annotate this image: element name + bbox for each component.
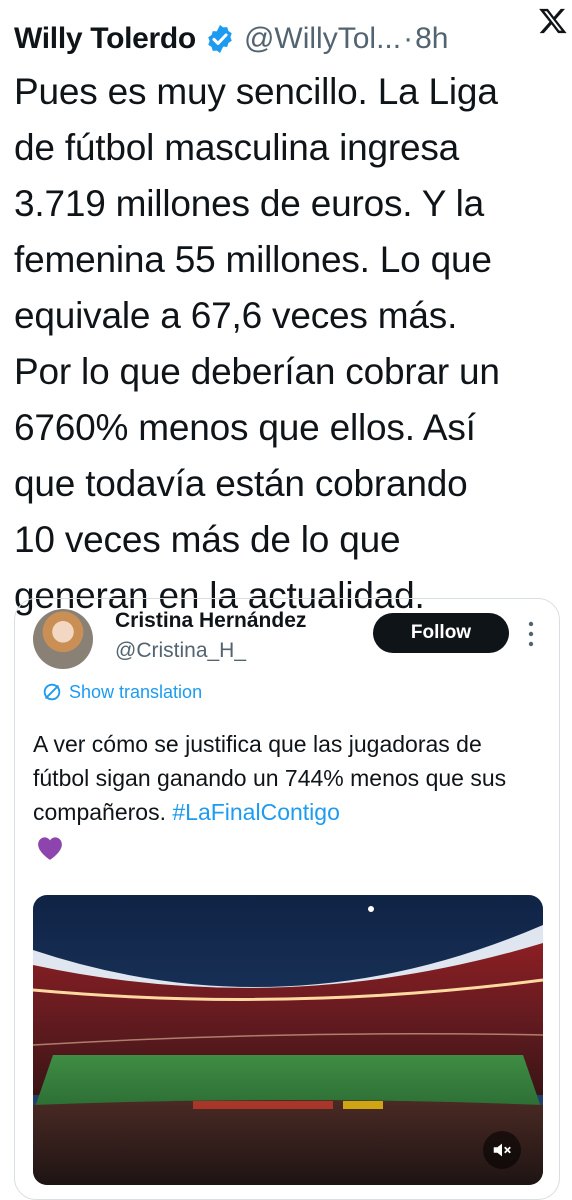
- mute-button[interactable]: [483, 1131, 521, 1169]
- video-player[interactable]: [33, 895, 543, 1185]
- quoted-tweet-card[interactable]: Cristina Hernández @Cristina_H_ Follow S…: [14, 598, 560, 1200]
- stadium-video-frame: [33, 895, 543, 1185]
- translate-icon: [43, 683, 61, 701]
- tweet-time[interactable]: 8h: [415, 22, 448, 56]
- tweet-text: Pues es muy sencillo. La Liga de fútbol …: [14, 71, 500, 616]
- more-options-icon[interactable]: [527, 621, 535, 647]
- purple-heart-icon: [38, 837, 62, 860]
- follow-button[interactable]: Follow: [373, 613, 509, 653]
- tweet-header: Willy Tolerdo @WillyTol... · 8h: [14, 16, 562, 62]
- meta-separator: ·: [403, 22, 414, 55]
- quoted-tweet-text: A ver cómo se justifica que las jugadora…: [33, 727, 543, 829]
- author-handle[interactable]: @WillyTol...: [244, 22, 401, 56]
- quoted-author-handle[interactable]: @Cristina_H_: [115, 639, 246, 663]
- quoted-author-name[interactable]: Cristina Hernández: [115, 609, 306, 633]
- x-logo-icon: [539, 8, 567, 34]
- show-translation-label: Show translation: [69, 681, 203, 702]
- author-name[interactable]: Willy Tolerdo: [14, 22, 196, 56]
- avatar[interactable]: [33, 609, 93, 669]
- hashtag-link[interactable]: #LaFinalContigo: [172, 799, 340, 825]
- speaker-muted-icon: [493, 1143, 511, 1157]
- verified-badge-icon: [208, 25, 232, 53]
- show-translation-link[interactable]: Show translation: [41, 681, 202, 703]
